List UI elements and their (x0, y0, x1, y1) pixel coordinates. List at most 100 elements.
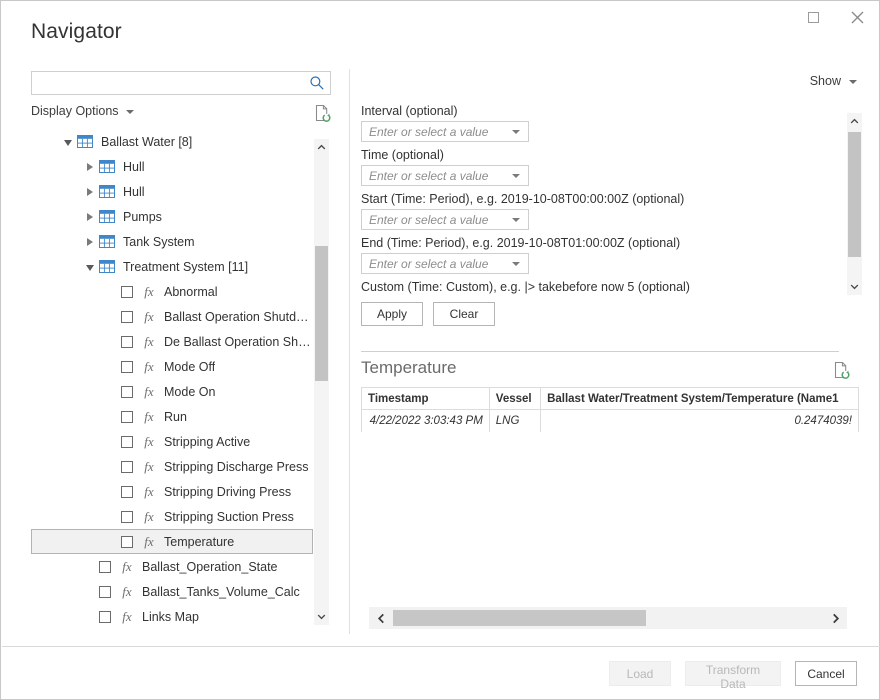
clear-button[interactable]: Clear (433, 302, 495, 326)
tree-indent-spacer (105, 279, 119, 304)
tree-scrollbar-thumb[interactable] (315, 246, 328, 381)
parameter-combobox[interactable] (361, 121, 529, 142)
collapse-triangle-icon[interactable] (83, 254, 97, 279)
expand-triangle-icon[interactable] (83, 204, 97, 229)
tree-item-pumps[interactable]: Pumps (31, 204, 313, 229)
collapse-triangle-icon[interactable] (61, 129, 75, 154)
table-cell[interactable]: 0.2474039! (541, 410, 859, 433)
tree-item-checkbox[interactable] (121, 361, 133, 373)
tree-item-label: Stripping Discharge Press (164, 460, 309, 474)
tree-item-ballast-operation-state[interactable]: fxBallast_Operation_State (31, 554, 313, 579)
tree-item-checkbox[interactable] (121, 386, 133, 398)
apply-button[interactable]: Apply (361, 302, 423, 326)
parameter-combobox[interactable] (361, 165, 529, 186)
tree-item-checkbox[interactable] (121, 436, 133, 448)
tree-item-checkbox[interactable] (99, 611, 111, 623)
tree-list: Ballast Water [8]HullHullPumpsTank Syste… (31, 129, 313, 629)
preview-scroll-right-button[interactable] (823, 607, 847, 629)
close-button[interactable] (835, 2, 879, 32)
tree-item-mode-on[interactable]: fxMode On (31, 379, 313, 404)
display-options-row: Display Options (31, 104, 331, 124)
show-dropdown[interactable]: Show (810, 74, 857, 88)
tree-item-ballast-operation-shutdown[interactable]: fxBallast Operation Shutdown (31, 304, 313, 329)
parameter-label: Time (optional) (361, 148, 836, 162)
tree-item-checkbox[interactable] (121, 311, 133, 323)
tree-item-checkbox[interactable] (121, 511, 133, 523)
tree-item-stripping-suction-press[interactable]: fxStripping Suction Press (31, 504, 313, 529)
close-icon (851, 11, 864, 24)
tree-item-tank-system[interactable]: Tank System (31, 229, 313, 254)
tree-item-run[interactable]: fxRun (31, 404, 313, 429)
tree-item-ballast-water-8[interactable]: Ballast Water [8] (31, 129, 313, 154)
preview-scrollbar-track[interactable] (393, 607, 823, 629)
tree-item-stripping-active[interactable]: fxStripping Active (31, 429, 313, 454)
tree-item-mode-off[interactable]: fxMode Off (31, 354, 313, 379)
tree-scroll-down-button[interactable] (314, 608, 329, 625)
tree-item-de-ballast-operation-shutdown[interactable]: fxDe Ballast Operation Shutdown (31, 329, 313, 354)
parameter-combobox[interactable] (361, 253, 529, 274)
tree-item-checkbox[interactable] (99, 561, 111, 573)
tree-item-hull[interactable]: Hull (31, 154, 313, 179)
tree-item-treatment-system-11[interactable]: Treatment System [11] (31, 254, 313, 279)
chevron-down-icon[interactable] (512, 130, 520, 134)
tree-item-checkbox[interactable] (121, 336, 133, 348)
tree-item-checkbox[interactable] (121, 486, 133, 498)
search-input[interactable] (37, 72, 302, 94)
parameters-scrollbar-thumb[interactable] (848, 132, 861, 257)
preview-table-viewport[interactable]: TimestampVesselBallast Water/Treatment S… (361, 387, 859, 432)
load-button[interactable]: Load (609, 661, 671, 686)
tree-item-ballast-tanks-volume-calc[interactable]: fxBallast_Tanks_Volume_Calc (31, 579, 313, 604)
table-column-header[interactable]: Vessel (489, 388, 540, 410)
tree-item-abnormal[interactable]: fxAbnormal (31, 279, 313, 304)
tree-scroll-up-button[interactable] (314, 139, 329, 156)
refresh-document-icon[interactable] (314, 104, 331, 122)
parameter-input[interactable] (367, 122, 501, 141)
display-options-dropdown[interactable]: Display Options (31, 104, 134, 118)
tree-item-checkbox[interactable] (121, 461, 133, 473)
search-icon[interactable] (309, 75, 325, 91)
chevron-down-icon[interactable] (512, 218, 520, 222)
tree-vertical-scrollbar[interactable] (314, 139, 329, 625)
cancel-button[interactable]: Cancel (795, 661, 857, 686)
chevron-down-icon[interactable] (512, 262, 520, 266)
parameters-form: Interval (optional)Time (optional)Start … (361, 104, 836, 326)
expand-triangle-icon[interactable] (83, 229, 97, 254)
tree-item-label: Temperature (164, 535, 234, 549)
tree-item-stripping-discharge-press[interactable]: fxStripping Discharge Press (31, 454, 313, 479)
preview-scrollbar-thumb[interactable] (393, 610, 646, 626)
table-cell[interactable]: 4/22/2022 3:03:43 PM (362, 410, 490, 433)
preview-scroll-left-button[interactable] (369, 607, 393, 629)
show-label: Show (810, 74, 841, 88)
chevron-down-icon[interactable] (512, 174, 520, 178)
parameters-vertical-scrollbar[interactable] (847, 113, 862, 295)
transform-data-button[interactable]: Transform Data (685, 661, 781, 686)
tree-item-stripping-driving-press[interactable]: fxStripping Driving Press (31, 479, 313, 504)
parameter-combobox[interactable] (361, 209, 529, 230)
tree-item-checkbox[interactable] (121, 536, 133, 548)
table-cell[interactable]: LNG (489, 410, 540, 433)
search-box[interactable] (31, 71, 331, 95)
parameters-scroll-down-button[interactable] (847, 278, 862, 295)
preview-refresh-document-icon[interactable] (833, 361, 850, 379)
tree-item-hull[interactable]: Hull (31, 179, 313, 204)
expand-triangle-icon[interactable] (83, 154, 97, 179)
parameter-input[interactable] (367, 166, 501, 185)
tree-item-checkbox[interactable] (121, 286, 133, 298)
object-tree[interactable]: Ballast Water [8]HullHullPumpsTank Syste… (31, 129, 331, 631)
tree-item-checkbox[interactable] (121, 411, 133, 423)
parameter-input[interactable] (367, 210, 501, 229)
preview-horizontal-scrollbar[interactable] (369, 607, 847, 629)
tree-item-links-map[interactable]: fxLinks Map (31, 604, 313, 629)
function-fx-icon: fx (141, 509, 157, 525)
table-column-header[interactable]: Timestamp (362, 388, 490, 410)
table-row[interactable]: 4/22/2022 3:03:43 PMLNG0.2474039! (362, 410, 859, 433)
parameter-input[interactable] (367, 254, 501, 273)
maximize-button[interactable] (791, 2, 835, 32)
table-column-header[interactable]: Ballast Water/Treatment System/Temperatu… (541, 388, 859, 410)
tree-item-temperature[interactable]: fxTemperature (31, 529, 313, 554)
expand-triangle-icon[interactable] (83, 179, 97, 204)
navigator-dialog: Navigator Display Options Ba (0, 0, 880, 700)
tree-indent-spacer (105, 379, 119, 404)
tree-item-checkbox[interactable] (99, 586, 111, 598)
parameters-scroll-up-button[interactable] (847, 113, 862, 130)
